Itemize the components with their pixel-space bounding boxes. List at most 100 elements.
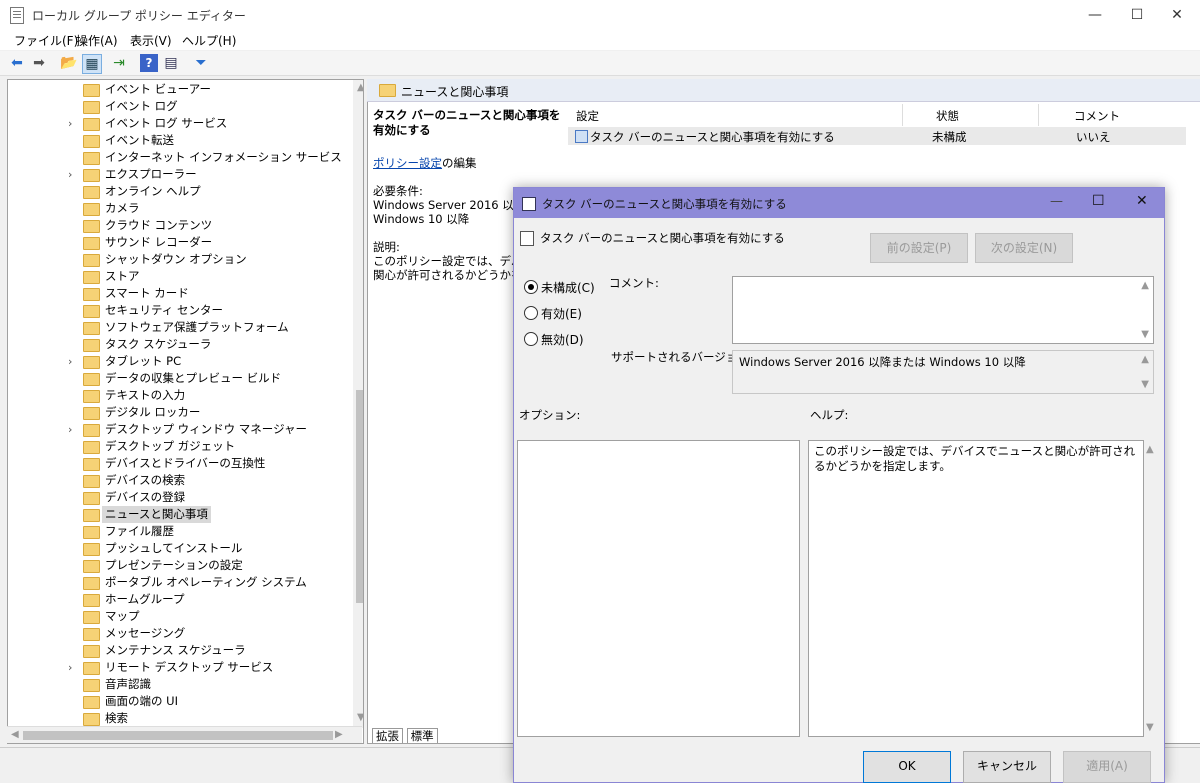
supported-scroll-up-icon[interactable]: ▲ <box>1141 354 1149 365</box>
scroll-down-icon[interactable]: ▼ <box>357 712 363 723</box>
tree-item[interactable]: › イベント ログ サービス <box>8 115 346 132</box>
scroll-up-icon[interactable]: ▲ <box>357 82 363 93</box>
tree-item[interactable]: メッセージング <box>8 625 346 642</box>
menu-action[interactable]: 操作(A) <box>76 32 118 49</box>
folder-icon <box>83 237 100 250</box>
forward-arrow-icon[interactable]: ➡ <box>30 54 48 72</box>
tree-item[interactable]: デバイスとドライバーの互換性 <box>8 455 346 472</box>
dialog-close-button[interactable]: ✕ <box>1136 193 1148 209</box>
tree-scroll-thumb[interactable] <box>356 390 363 603</box>
tree-item[interactable]: デバイスの検索 <box>8 472 346 489</box>
comment-scroll-up-icon[interactable]: ▲ <box>1141 280 1149 291</box>
dialog-minimize-button[interactable]: — <box>1050 194 1063 209</box>
filter-icon[interactable]: ⏷ <box>192 54 210 72</box>
tree-item[interactable]: › デスクトップ ウィンドウ マネージャー <box>8 421 346 438</box>
help-scroll-up-icon[interactable]: ▲ <box>1146 444 1154 455</box>
tree-item[interactable]: 画面の端の UI <box>8 693 346 710</box>
scroll-left-icon[interactable]: ◀ <box>11 729 19 740</box>
tree-item[interactable]: シャットダウン オプション <box>8 251 346 268</box>
tree-item[interactable]: ポータブル オペレーティング システム <box>8 574 346 591</box>
column-setting[interactable]: 設定 <box>576 108 599 124</box>
tree-item[interactable]: カメラ <box>8 200 346 217</box>
tree-horizontal-scrollbar[interactable]: ◀ ▶ <box>7 726 362 743</box>
tree-item[interactable]: プッシュしてインストール <box>8 540 346 557</box>
close-button[interactable]: ✕ <box>1154 0 1200 30</box>
tree-item[interactable]: イベント ログ <box>8 98 346 115</box>
dialog-maximize-button[interactable]: ☐ <box>1092 193 1105 209</box>
radio-disabled-label[interactable]: 無効(D) <box>541 331 584 348</box>
previous-setting-button[interactable]: 前の設定(P) <box>870 233 968 263</box>
tree-item[interactable]: デバイスの登録 <box>8 489 346 506</box>
properties-icon[interactable]: ▤ <box>162 54 180 72</box>
radio-not-configured-label[interactable]: 未構成(C) <box>541 279 595 296</box>
tree-item[interactable]: インターネット インフォメーション サービス <box>8 149 346 166</box>
tree-item[interactable]: データの収集とプレビュー ビルド <box>8 370 346 387</box>
radio-disabled[interactable] <box>524 332 538 346</box>
chevron-right-icon[interactable]: › <box>68 421 80 438</box>
ok-button[interactable]: OK <box>863 751 951 783</box>
tree-item[interactable]: イベント ビューアー <box>8 81 346 98</box>
menu-help[interactable]: ヘルプ(H) <box>182 32 236 49</box>
tree-item[interactable]: デスクトップ ガジェット <box>8 438 346 455</box>
export-list-icon[interactable]: ⇥ <box>110 54 128 72</box>
tree-item[interactable]: スマート カード <box>8 285 346 302</box>
tree-item-label: イベント ログ <box>105 99 178 113</box>
tree-item-label: タブレット PC <box>105 354 182 368</box>
setting-row[interactable]: タスク バーのニュースと関心事項を有効にする 未構成 いいえ <box>568 127 1186 145</box>
tree-item[interactable]: ファイル履歴 <box>8 523 346 540</box>
radio-enabled-label[interactable]: 有効(E) <box>541 305 582 322</box>
tree-item[interactable]: セキュリティ センター <box>8 302 346 319</box>
help-icon[interactable]: ? <box>140 54 158 72</box>
window-title: ローカル グループ ポリシー エディター <box>32 9 246 23</box>
chevron-right-icon[interactable]: › <box>68 353 80 370</box>
help-scroll-down-icon[interactable]: ▼ <box>1146 722 1154 733</box>
edit-policy-link[interactable]: ポリシー設定 <box>373 156 442 170</box>
tree-item[interactable]: ストア <box>8 268 346 285</box>
chevron-right-icon[interactable]: › <box>68 659 80 676</box>
menu-view[interactable]: 表示(V) <box>130 32 172 49</box>
cancel-button[interactable]: キャンセル <box>963 751 1051 783</box>
tree-item[interactable]: › リモート デスクトップ サービス <box>8 659 346 676</box>
tree-item[interactable]: ホームグループ <box>8 591 346 608</box>
supported-scroll-down-icon[interactable]: ▼ <box>1141 379 1149 390</box>
tree-item[interactable]: 検索 <box>8 710 346 727</box>
tree-item[interactable]: クラウド コンテンツ <box>8 217 346 234</box>
tab-standard[interactable]: 標準 <box>406 728 438 743</box>
comment-scroll-down-icon[interactable]: ▼ <box>1141 329 1149 340</box>
tree-hscroll-thumb[interactable] <box>23 731 333 740</box>
tree-item-label: セキュリティ センター <box>105 303 223 317</box>
tree-item[interactable]: › エクスプローラー <box>8 166 346 183</box>
minimize-button[interactable]: — <box>1072 0 1118 30</box>
column-state[interactable]: 状態 <box>936 108 959 124</box>
tree-item[interactable]: オンライン ヘルプ <box>8 183 346 200</box>
tree-item[interactable]: イベント転送 <box>8 132 346 149</box>
chevron-right-icon[interactable]: › <box>68 166 80 183</box>
tree-item[interactable]: デジタル ロッカー <box>8 404 346 421</box>
folder-icon <box>83 152 100 165</box>
tree-item[interactable]: サウンド レコーダー <box>8 234 346 251</box>
scroll-right-icon[interactable]: ▶ <box>335 729 343 740</box>
radio-enabled[interactable] <box>524 306 538 320</box>
menu-file[interactable]: ファイル(F) <box>14 32 78 49</box>
tree-item[interactable]: テキストの入力 <box>8 387 346 404</box>
folder-up-icon[interactable]: 📂 <box>60 54 78 72</box>
radio-not-configured[interactable] <box>524 280 538 294</box>
column-comment[interactable]: コメント <box>1074 108 1120 124</box>
show-tree-icon[interactable]: ▦ <box>82 54 102 74</box>
tree-item[interactable]: ソフトウェア保護プラットフォーム <box>8 319 346 336</box>
tree-item[interactable]: プレゼンテーションの設定 <box>8 557 346 574</box>
tree-item[interactable]: タスク スケジューラ <box>8 336 346 353</box>
tab-extended[interactable]: 拡張 <box>372 728 403 743</box>
tree-item-label: オンライン ヘルプ <box>105 184 201 198</box>
tree-item[interactable]: › タブレット PC <box>8 353 346 370</box>
tree-item[interactable]: 音声認識 <box>8 676 346 693</box>
tree-item[interactable]: マップ <box>8 608 346 625</box>
back-arrow-icon[interactable]: ⬅ <box>8 54 26 72</box>
next-setting-button[interactable]: 次の設定(N) <box>975 233 1073 263</box>
comment-textarea[interactable]: ▲ ▼ <box>732 276 1154 344</box>
folder-icon <box>83 84 100 97</box>
apply-button[interactable]: 適用(A) <box>1063 751 1151 783</box>
tree-item[interactable]: ニュースと関心事項 <box>8 506 346 523</box>
chevron-right-icon[interactable]: › <box>68 115 80 132</box>
tree-item[interactable]: メンテナンス スケジューラ <box>8 642 346 659</box>
